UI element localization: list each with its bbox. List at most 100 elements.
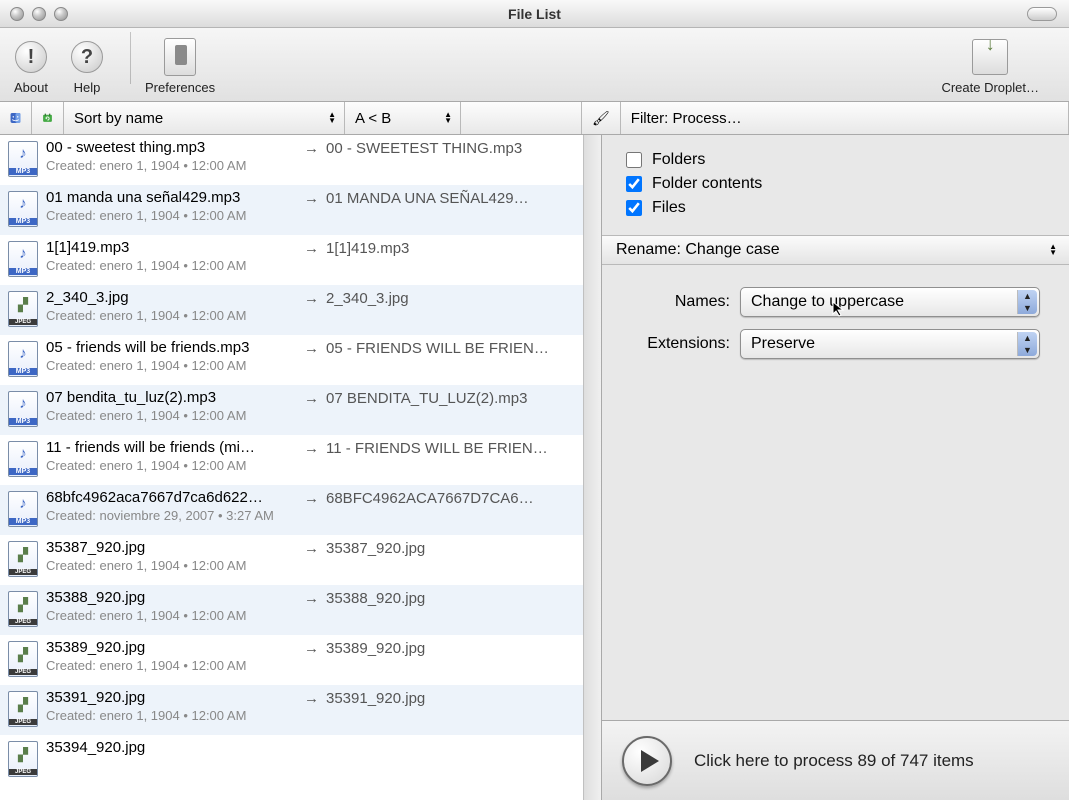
arrow-icon: → bbox=[304, 489, 326, 507]
help-button[interactable]: ? Help bbox=[68, 38, 106, 95]
file-renamed: 2_340_3.jpg bbox=[326, 289, 577, 307]
file-name: 35391_920.jpg bbox=[46, 689, 304, 706]
filter-label: Filter: Process… bbox=[631, 110, 742, 127]
arrow-icon: → bbox=[304, 589, 326, 607]
refresh-icon[interactable] bbox=[32, 102, 64, 134]
file-type-icon bbox=[6, 489, 40, 529]
file-row[interactable]: 68bfc4962aca7667d7ca6d622…Created: novie… bbox=[0, 485, 583, 535]
checkbox-input[interactable] bbox=[626, 176, 642, 192]
file-row[interactable]: 00 - sweetest thing.mp3Created: enero 1,… bbox=[0, 135, 583, 185]
checkbox-input[interactable] bbox=[626, 200, 642, 216]
file-created: Created: enero 1, 1904 • 12:00 AM bbox=[46, 358, 304, 373]
file-renamed: 00 - SWEETEST THING.mp3 bbox=[326, 139, 577, 157]
file-row[interactable]: 1[1]419.mp3Created: enero 1, 1904 • 12:0… bbox=[0, 235, 583, 285]
droplet-icon bbox=[972, 39, 1008, 75]
filter-options: Folders Folder contents Files bbox=[602, 135, 1069, 235]
file-renamed: 01 MANDA UNA SEÑAL429… bbox=[326, 189, 577, 207]
file-row[interactable]: 35388_920.jpgCreated: enero 1, 1904 • 12… bbox=[0, 585, 583, 635]
help-label: Help bbox=[74, 80, 101, 95]
toolbar: ! About ? Help Preferences Create Drople… bbox=[0, 28, 1069, 102]
sort-label: Sort by name bbox=[74, 110, 163, 127]
titlebar: File List bbox=[0, 0, 1069, 28]
file-row[interactable]: 11 - friends will be friends (mi… Created… bbox=[0, 435, 583, 485]
file-row[interactable]: 35387_920.jpgCreated: enero 1, 1904 • 12… bbox=[0, 535, 583, 585]
preferences-icon bbox=[164, 38, 196, 76]
clear-icon[interactable]: 🖌 bbox=[582, 102, 621, 134]
header-spacer bbox=[461, 102, 582, 134]
toolbar-separator bbox=[130, 32, 131, 84]
dropdown-arrows-icon: ▲▼ bbox=[328, 112, 336, 124]
file-renamed: 35391_920.jpg bbox=[326, 689, 577, 707]
file-row[interactable]: 35391_920.jpgCreated: enero 1, 1904 • 12… bbox=[0, 685, 583, 735]
file-row[interactable]: 01 manda una señal429.mp3Created: enero … bbox=[0, 185, 583, 235]
file-created: Created: enero 1, 1904 • 12:00 AM bbox=[46, 208, 304, 223]
file-renamed: 35388_920.jpg bbox=[326, 589, 577, 607]
file-created: Created: enero 1, 1904 • 12:00 AM bbox=[46, 408, 304, 423]
select-stepper-icon: ▲▼ bbox=[1017, 290, 1037, 314]
file-type-icon bbox=[6, 339, 40, 379]
file-name: 00 - sweetest thing.mp3 bbox=[46, 139, 304, 156]
file-created: Created: noviembre 29, 2007 • 3:27 AM bbox=[46, 508, 304, 523]
rename-section-header[interactable]: Rename: Change case ▲▼ bbox=[602, 235, 1069, 265]
about-button[interactable]: ! About bbox=[12, 38, 50, 95]
checkbox-label: Folders bbox=[652, 151, 705, 169]
file-name: 05 - friends will be friends.mp3 bbox=[46, 339, 304, 356]
sort-dropdown[interactable]: Sort by name ▲▼ bbox=[64, 102, 345, 134]
filter-files-checkbox[interactable]: Files bbox=[626, 199, 1051, 217]
file-type-icon bbox=[6, 439, 40, 479]
arrow-icon: → bbox=[304, 439, 326, 457]
file-created: Created: enero 1, 1904 • 12:00 AM bbox=[46, 458, 304, 473]
rename-options: Names: Change to uppercase ▲▼ Extensions… bbox=[602, 265, 1069, 383]
filter-header[interactable]: Filter: Process… bbox=[621, 102, 1069, 134]
extensions-select[interactable]: Preserve ▲▼ bbox=[740, 329, 1040, 359]
file-renamed: 35387_920.jpg bbox=[326, 539, 577, 557]
preferences-button[interactable]: Preferences bbox=[145, 38, 215, 95]
file-row[interactable]: 05 - friends will be friends.mp3 Created:… bbox=[0, 335, 583, 385]
file-renamed: 35389_920.jpg bbox=[326, 639, 577, 657]
filter-folders-checkbox[interactable]: Folders bbox=[626, 151, 1051, 169]
arrow-icon: → bbox=[304, 339, 326, 357]
file-name: 35387_920.jpg bbox=[46, 539, 304, 556]
file-created: Created: enero 1, 1904 • 12:00 AM bbox=[46, 658, 304, 673]
window-title: File List bbox=[0, 6, 1069, 22]
preferences-label: Preferences bbox=[145, 80, 215, 95]
options-pane: Folders Folder contents Files Rename: Ch… bbox=[602, 135, 1069, 800]
file-name: 1[1]419.mp3 bbox=[46, 239, 304, 256]
file-type-icon bbox=[6, 739, 40, 779]
file-type-icon bbox=[6, 389, 40, 429]
file-renamed: 07 BENDITA_TU_LUZ(2).mp3 bbox=[326, 389, 577, 407]
file-list[interactable]: 00 - sweetest thing.mp3 Created: enero 1,… bbox=[0, 135, 583, 800]
filter-folder-contents-checkbox[interactable]: Folder contents bbox=[626, 175, 1051, 193]
checkbox-label: Files bbox=[652, 199, 686, 217]
arrow-icon: → bbox=[304, 189, 326, 207]
checkbox-input[interactable] bbox=[626, 152, 642, 168]
arrow-icon: → bbox=[304, 389, 326, 407]
file-created: Created: enero 1, 1904 • 12:00 AM bbox=[46, 308, 304, 323]
scrollbar[interactable] bbox=[583, 135, 601, 800]
create-droplet-button[interactable]: Create Droplet… bbox=[941, 38, 1039, 95]
file-renamed: 1[1]419.mp3 bbox=[326, 239, 577, 257]
file-type-icon bbox=[6, 689, 40, 729]
names-label: Names: bbox=[626, 293, 730, 311]
arrow-icon: → bbox=[304, 539, 326, 557]
toolbar-toggle-pill[interactable] bbox=[1027, 7, 1057, 21]
names-select[interactable]: Change to uppercase ▲▼ bbox=[740, 287, 1040, 317]
file-row[interactable]: 35394_920.jpg bbox=[0, 735, 583, 785]
file-list-pane: 00 - sweetest thing.mp3 Created: enero 1,… bbox=[0, 135, 602, 800]
file-name: 35389_920.jpg bbox=[46, 639, 304, 656]
sort-direction-label: A < B bbox=[355, 110, 391, 127]
process-label[interactable]: Click here to process 89 of 747 items bbox=[694, 751, 974, 771]
process-button[interactable] bbox=[622, 736, 672, 786]
about-label: About bbox=[14, 80, 48, 95]
dropdown-arrows-icon: ▲▼ bbox=[1049, 244, 1057, 256]
rename-section-title: Rename: Change case bbox=[616, 241, 780, 259]
sort-direction-dropdown[interactable]: A < B ▲▼ bbox=[345, 102, 461, 134]
file-type-icon bbox=[6, 539, 40, 579]
file-name: 11 - friends will be friends (mi… bbox=[46, 439, 304, 456]
file-type-icon bbox=[6, 139, 40, 179]
file-row[interactable]: 07 bendita_tu_luz(2).mp3Created: enero 1… bbox=[0, 385, 583, 435]
checkbox-label: Folder contents bbox=[652, 175, 762, 193]
finder-mode-icon[interactable] bbox=[0, 102, 32, 134]
file-row[interactable]: 2_340_3.jpg Created: enero 1, 1904 • 12:0… bbox=[0, 285, 583, 335]
file-row[interactable]: 35389_920.jpg Created: enero 1, 1904 • 12… bbox=[0, 635, 583, 685]
